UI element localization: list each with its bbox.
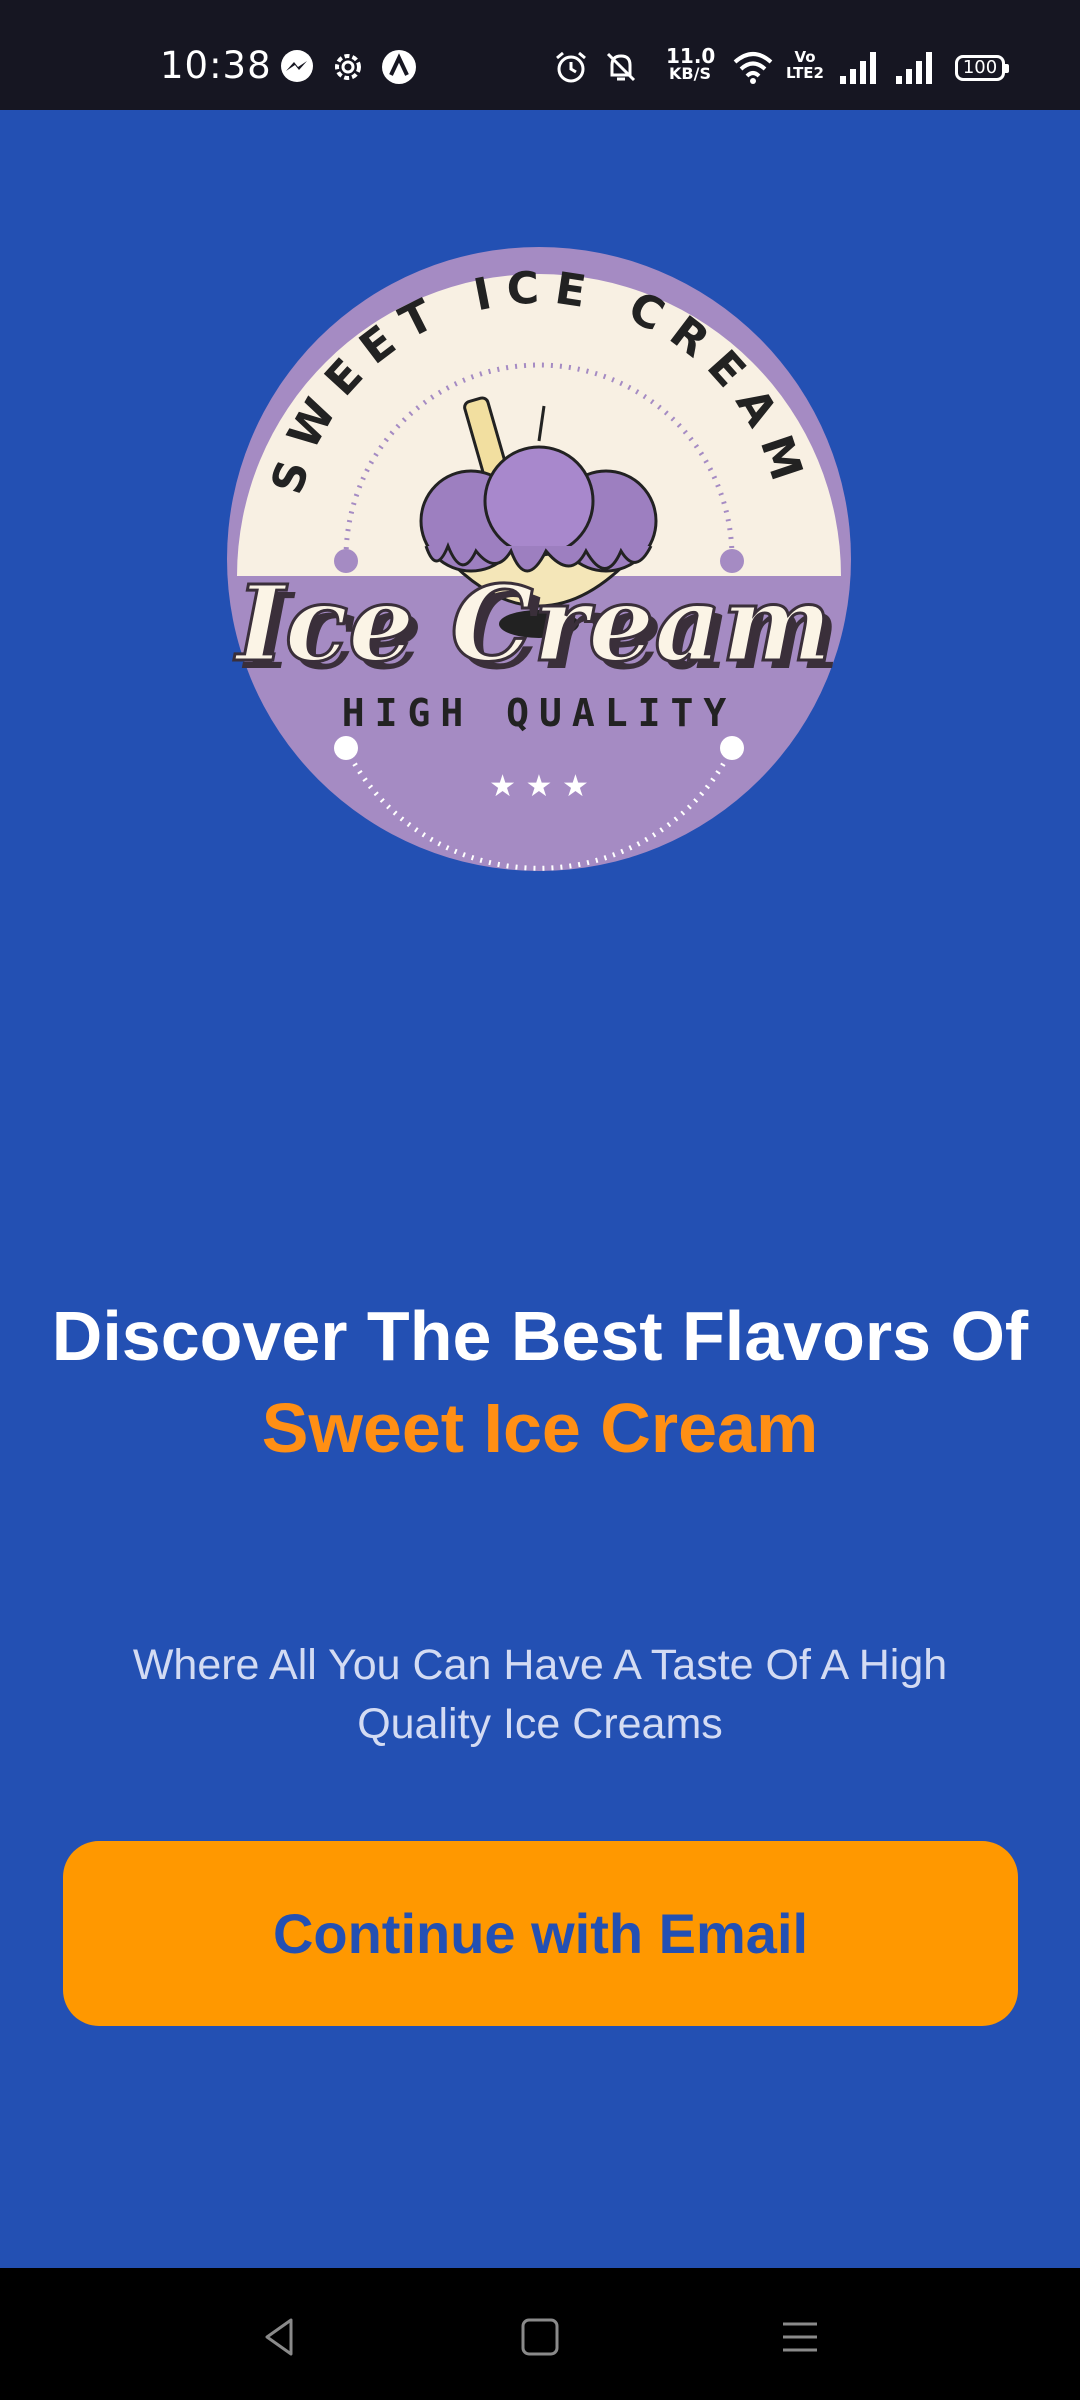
status-time: 10:38 <box>160 44 272 87</box>
network-speed: 11.0 KB/S <box>666 44 716 83</box>
network-speed-value: 11.0 <box>666 44 716 68</box>
headline: Discover The Best Flavors Of Sweet Ice C… <box>0 1290 1080 1474</box>
app-a-icon <box>382 50 416 84</box>
messenger-icon <box>281 50 313 82</box>
volte-top: Vo <box>794 48 816 66</box>
volte-bottom: LTE2 <box>786 64 824 82</box>
continue-with-email-button[interactable]: Continue with Email <box>63 1841 1018 2026</box>
mute-icon <box>606 52 636 82</box>
alarm-icon <box>556 51 586 83</box>
status-bar: 10:38 11.0 KB/S Vo LTE2 100 <box>0 0 1080 110</box>
headline-line1: Discover The Best Flavors Of <box>51 1297 1029 1375</box>
network-speed-unit: KB/S <box>669 64 711 83</box>
ice-cream-logo: SWEET ICE CREAM Ice Cream Ice Cream HIGH… <box>227 247 851 871</box>
back-icon[interactable] <box>255 2312 305 2362</box>
navigation-bar <box>0 2268 1080 2400</box>
signal-icon <box>840 52 876 84</box>
logo-subtitle: HIGH QUALITY <box>342 691 737 735</box>
battery-indicator: 100 <box>955 55 1009 81</box>
logo-stars: ★ ★ ★ <box>489 769 589 804</box>
signal-icon <box>896 52 932 84</box>
settings-gear-icon <box>335 54 361 80</box>
volte-indicator: Vo LTE2 <box>786 49 824 81</box>
wifi-icon <box>733 52 773 84</box>
subtitle: Where All You Can Have A Taste Of A High… <box>132 1641 948 1748</box>
home-icon[interactable] <box>515 2312 565 2362</box>
logo-title: Ice Cream <box>233 562 832 685</box>
recents-icon[interactable] <box>775 2312 825 2362</box>
headline-accent: Sweet Ice Cream <box>261 1389 819 1467</box>
